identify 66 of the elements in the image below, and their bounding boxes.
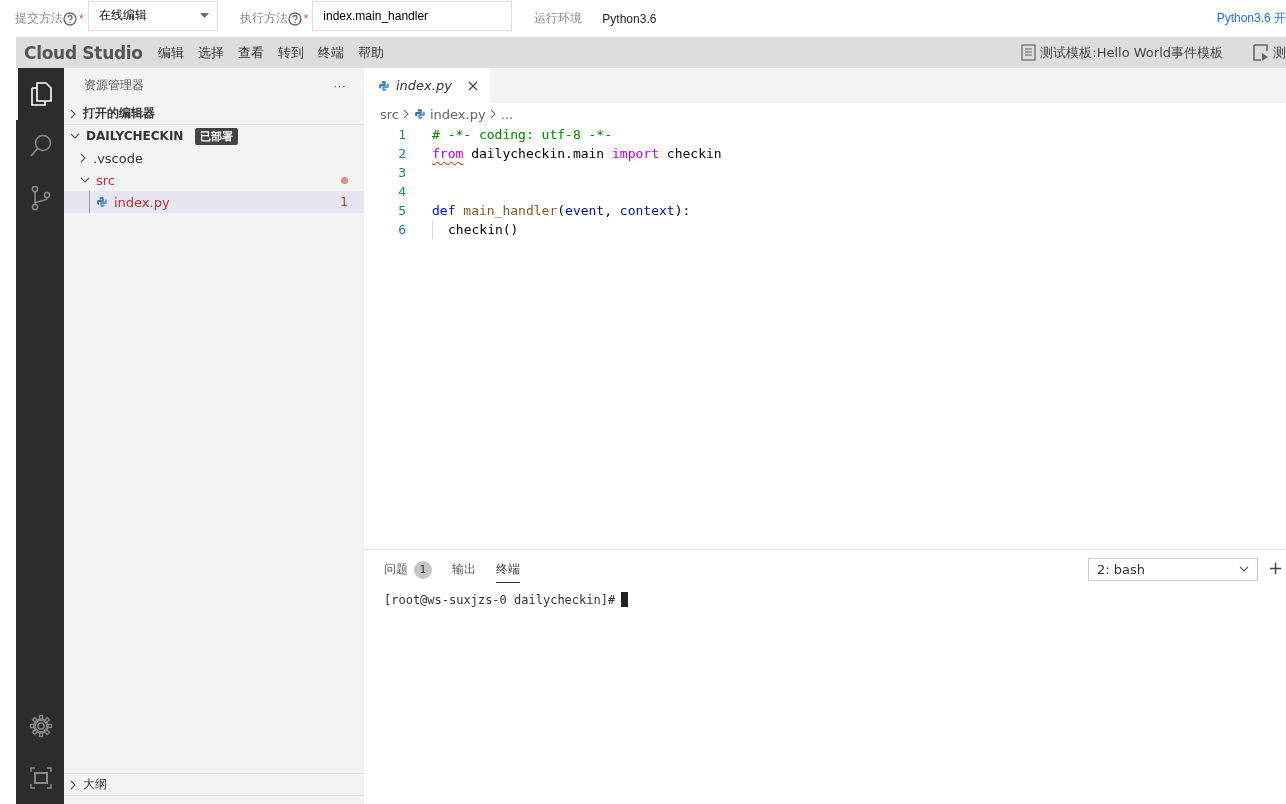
menu-item[interactable]: 查看 — [230, 43, 271, 62]
search-icon — [29, 133, 53, 159]
settings-icon — [29, 714, 53, 738]
menu-item[interactable]: 帮助 — [350, 43, 391, 62]
python-file-icon — [378, 79, 390, 92]
section-header[interactable]: 打开的编辑器 — [64, 103, 364, 125]
runtime-value: Python3.6 — [602, 11, 657, 26]
caret-icon — [199, 13, 209, 18]
error-dot — [341, 176, 348, 184]
help-icon — [287, 11, 302, 26]
method-select[interactable]: 在线编辑 — [87, 0, 218, 31]
status-badge: 已部署 — [195, 127, 239, 145]
field-label: 运行环境 — [534, 10, 583, 27]
problem-count: 1 — [340, 195, 348, 209]
required-mark: * — [79, 11, 84, 26]
line-number: 4 — [397, 184, 406, 199]
menu-item[interactable]: 选择 — [190, 43, 231, 62]
breadcrumb-item[interactable]: index.py — [430, 106, 486, 122]
python-file-icon — [96, 196, 108, 208]
breadcrumb-item[interactable]: ... — [500, 106, 514, 122]
source-control-icon — [29, 185, 53, 211]
panel-tab[interactable]: 问题 1 — [384, 554, 432, 584]
test-button[interactable]: 测 — [1253, 43, 1286, 62]
panel-tab[interactable]: 输出 — [452, 555, 476, 583]
terminal-cursor — [621, 592, 629, 607]
line-number: 6 — [397, 222, 406, 237]
code-line: checkin() — [448, 222, 519, 237]
required-mark: * — [303, 11, 309, 26]
menu-item[interactable]: 转到 — [270, 43, 311, 62]
menu-item[interactable]: 终端 — [310, 43, 351, 62]
line-number: 5 — [397, 203, 406, 218]
line-number: 2 — [397, 146, 406, 161]
line-number: 1 — [397, 127, 406, 142]
python-file-icon — [414, 108, 426, 120]
section-header[interactable]: DAILYCHECKIN 已部署 — [64, 125, 364, 147]
document-icon — [1021, 44, 1037, 61]
chevron-icon — [1238, 565, 1249, 573]
runtime-link[interactable]: Python3.6 开 — [1216, 10, 1286, 27]
chevron-icon — [489, 109, 497, 119]
line-number: 3 — [397, 165, 406, 180]
menu-item[interactable]: 编辑 — [150, 43, 191, 62]
editor-tab[interactable]: index.py — [364, 68, 490, 103]
code-line: def main_handler(event, context): — [432, 203, 691, 218]
tree-item[interactable]: index.py 1 — [64, 191, 364, 213]
tree-item[interactable]: src — [64, 169, 364, 191]
panel-title: 资源管理器 — [84, 77, 144, 94]
code-line: # -*- coding: utf-8 -*- — [432, 127, 612, 142]
tree-item[interactable]: .vscode — [64, 147, 364, 169]
terminal-prompt: [root@ws-suxjzs-0 dailycheckin]# — [384, 592, 616, 607]
frame-icon — [29, 766, 53, 790]
handler-input[interactable]: index.main_handler — [312, 0, 513, 31]
app-logo: Cloud Studio — [23, 42, 144, 63]
field-label: 执行方法 — [239, 10, 288, 27]
code-line: from dailycheckin.main import checkin — [432, 146, 722, 161]
field-label: 提交方法 — [15, 10, 63, 27]
files-icon — [29, 81, 53, 107]
test-template-button[interactable]: 测试模板:Hello World事件模板 — [1021, 43, 1223, 62]
section-header[interactable]: 大纲 — [64, 773, 364, 795]
panel-tab[interactable]: 终端 — [496, 555, 520, 583]
chevron-icon — [403, 109, 410, 119]
help-icon — [63, 11, 77, 26]
run-icon — [1253, 43, 1269, 62]
new-terminal-button[interactable]: + — [1267, 559, 1283, 579]
more-button[interactable]: ··· — [333, 78, 346, 93]
terminal-select[interactable]: 2: bash — [1087, 557, 1258, 581]
breadcrumb-item[interactable]: src — [380, 106, 399, 122]
